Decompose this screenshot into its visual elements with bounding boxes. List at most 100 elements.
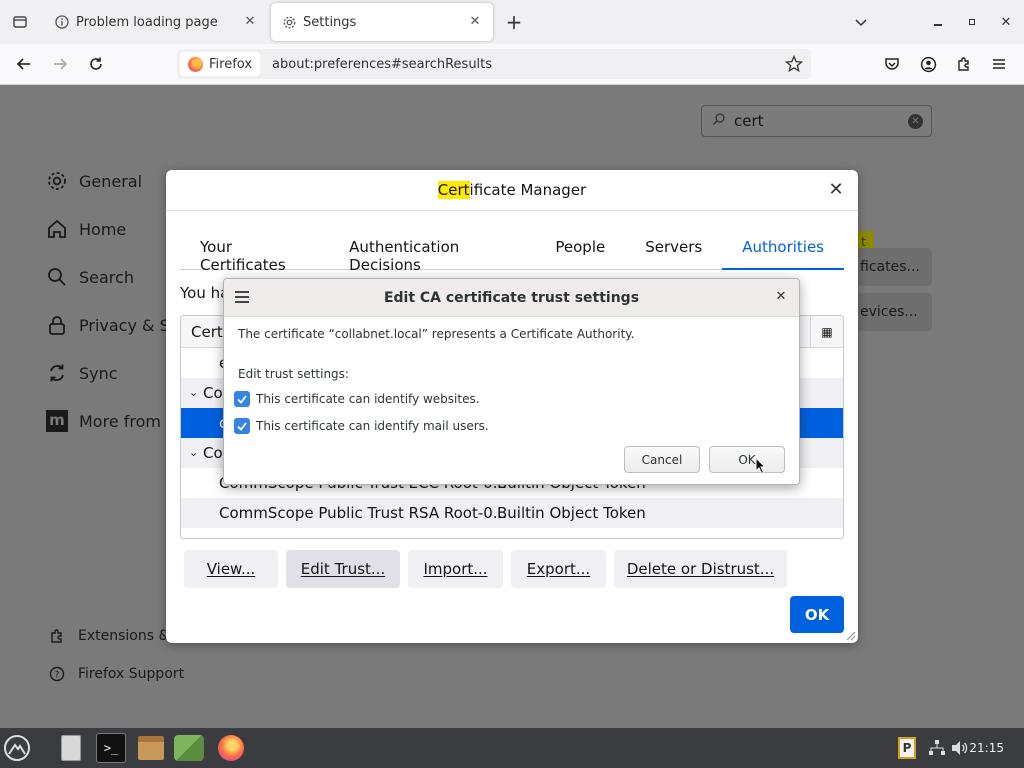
volume-button[interactable] [948,733,970,763]
box-icon [138,736,164,760]
chevron-down-icon[interactable]: ⌄ [189,438,198,468]
mouse-cursor-icon [755,457,767,475]
close-icon[interactable]: ✕ [467,14,483,30]
url-text[interactable]: about:preferences#searchResults [272,57,492,72]
close-window-button[interactable]: ✕ [992,8,1020,36]
close-icon: ✕ [828,179,844,200]
sidebar-item-label: General [79,171,143,191]
forward-button[interactable] [46,50,74,78]
menu-button[interactable] [985,50,1013,78]
identity-box[interactable]: Firefox [180,52,261,76]
network-icon [929,740,945,755]
import-button[interactable]: Import... [408,550,503,588]
svg-text:?: ? [55,671,60,681]
view-button[interactable]: View... [184,550,278,588]
sidebar-extensions-themes[interactable]: Extensions & [48,627,169,645]
clipboard-icon: P [898,737,916,759]
tab-overflow-button[interactable] [847,8,875,36]
back-button[interactable] [10,50,38,78]
puzzle-icon [48,627,66,645]
extensions-button[interactable] [950,50,978,78]
sidebar-item-search[interactable]: Search [45,265,134,289]
dialog-titlebar: Edit CA certificate trust settings ✕ [224,279,799,317]
search-icon [45,265,69,289]
tab-title: Problem loading page [76,14,218,30]
star-icon[interactable] [784,54,804,77]
close-icon: ✕ [775,289,787,304]
cert-token: Builtin Object Token [497,504,646,522]
tab-your-certificates[interactable]: Your Certificates [180,232,329,274]
file-manager-button[interactable] [56,733,86,763]
cancel-button[interactable]: Cancel [624,446,700,473]
close-dialog-button[interactable]: ✕ [773,289,789,305]
gear-icon [45,169,69,193]
settings-search-input[interactable]: cert ✕ [701,105,932,137]
gimp-icon [174,735,204,761]
terminal-button[interactable]: >_ [96,733,126,763]
tab-people[interactable]: People [535,232,625,270]
sidebar-item-more-from-mozilla[interactable]: m More from M [45,409,180,433]
table-row[interactable]: CommScope Public Trust RSA Root-0... Bui… [181,498,843,528]
tab-servers[interactable]: Servers [625,232,722,270]
sidebar-item-label: Sync [79,363,118,383]
hamburger-icon [993,59,1005,69]
account-button[interactable] [914,50,942,78]
firefox-icon [218,735,244,761]
certificate-actions: View... Edit Trust... Import... Export..… [184,550,787,588]
tab-settings[interactable]: Settings ✕ [271,3,493,41]
edit-trust-button[interactable]: Edit Trust... [286,550,400,588]
speaker-icon [952,741,968,755]
column-picker-icon[interactable]: ▦ [810,316,843,348]
search-query: cert [734,112,764,130]
sidebar-item-privacy[interactable]: Privacy & Se [45,313,180,337]
firefox-icon [188,56,203,72]
terminal-icon: >_ [103,741,119,755]
archive-button[interactable] [136,733,166,763]
sidebar-item-label: More from M [79,411,180,431]
url-bar[interactable]: Firefox about:preferences#searchResults [177,49,811,79]
reload-button[interactable] [82,50,110,78]
ok-button[interactable]: OK [709,446,785,473]
info-icon [54,14,70,30]
checkbox-checked-icon[interactable] [234,391,250,407]
clock[interactable]: 21:15 [969,728,1004,768]
close-icon[interactable]: ✕ [242,14,258,30]
checkbox-label: This certificate can identify websites. [256,392,480,406]
app-menu-button[interactable] [2,733,32,763]
gimp-button[interactable] [174,733,204,763]
tab-title: Settings [303,14,357,30]
chevron-down-icon[interactable]: ⌄ [189,378,198,408]
clipboard-button[interactable]: P [894,733,920,763]
identify-websites-checkbox[interactable]: This certificate can identify websites. [234,391,480,407]
maximize-button[interactable] [958,8,986,36]
export-button[interactable]: Export... [511,550,606,588]
tab-authorities[interactable]: Authorities [722,232,844,270]
sidebar-firefox-support[interactable]: ? Firefox Support [48,665,184,683]
file-cabinet-icon [61,735,81,761]
title-rest: ificate Manager [469,181,587,199]
network-button[interactable] [924,733,950,763]
delete-or-distrust-button[interactable]: Delete or Distrust... [614,550,787,588]
clear-search-icon[interactable]: ✕ [908,114,923,129]
list-all-tabs-button[interactable] [6,8,34,36]
sidebar-item-sync[interactable]: Sync [45,361,118,385]
title-highlight: Cert [437,181,470,199]
resize-grip-icon[interactable] [846,631,856,641]
new-tab-button[interactable]: + [500,8,528,36]
nav-bar: Firefox about:preferences#searchResults [0,44,1024,85]
tab-problem-loading[interactable]: Problem loading page ✕ [44,3,268,41]
tab-authentication-decisions[interactable]: Authentication Decisions [329,232,535,274]
checkbox-checked-icon[interactable] [234,418,250,434]
close-dialog-button[interactable]: ✕ [826,180,846,200]
identify-mail-checkbox[interactable]: This certificate can identify mail users… [234,418,489,434]
firefox-button[interactable] [216,733,246,763]
certificate-description: The certificate “collabnet.local” repres… [238,327,635,341]
dialog-title: Certificate Manager [166,170,858,210]
minimize-button[interactable] [924,8,952,36]
sidebar-item-general[interactable]: General [45,169,142,193]
ok-button[interactable]: OK [790,596,844,633]
chevron-down-icon [855,19,867,27]
pocket-button[interactable] [878,50,906,78]
tab-list-icon [13,16,27,28]
sidebar-item-home[interactable]: Home [45,217,126,241]
